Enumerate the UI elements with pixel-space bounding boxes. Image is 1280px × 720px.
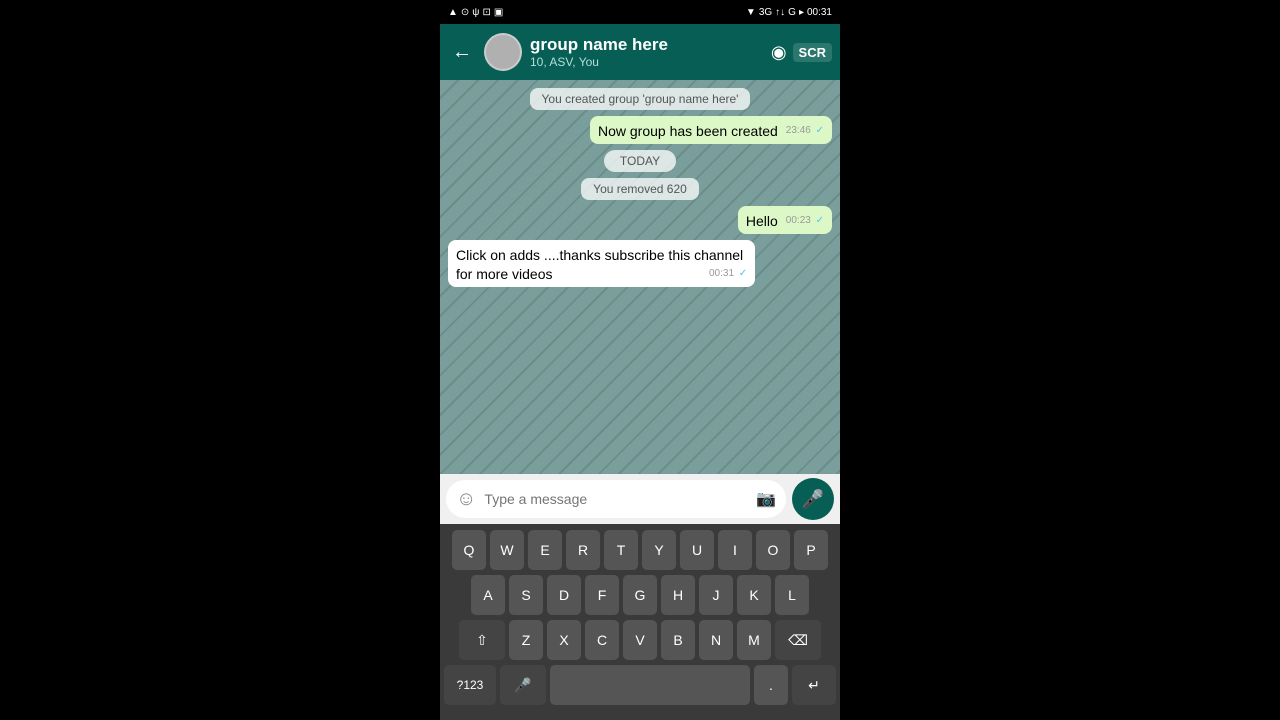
key-i[interactable]: I bbox=[718, 530, 752, 570]
tick-icon-3: ✓ bbox=[739, 268, 747, 279]
status-right-icons: ▼ 3G ↑↓ G ▸ 00:31 bbox=[746, 7, 832, 18]
signal-icon: ▲ bbox=[448, 7, 458, 18]
key-d[interactable]: D bbox=[547, 575, 581, 615]
input-box: ☺ 📷 bbox=[446, 480, 786, 518]
group-members: 10, ASV, You bbox=[530, 55, 763, 69]
period-key[interactable]: . bbox=[754, 665, 788, 705]
key-r[interactable]: R bbox=[566, 530, 600, 570]
message-bubble-1: Now group has been created 23:46 ✓ bbox=[590, 116, 832, 144]
key-p[interactable]: P bbox=[794, 530, 828, 570]
avatar-image bbox=[486, 35, 520, 69]
camera-button[interactable]: 📷 bbox=[756, 489, 776, 509]
screen: ← group name here 10, ASV, You ◉ SCR You… bbox=[440, 24, 840, 720]
key-x[interactable]: X bbox=[547, 620, 581, 660]
key-l[interactable]: L bbox=[775, 575, 809, 615]
g-icon: G bbox=[788, 7, 796, 18]
system-message-2: You removed 620 bbox=[581, 178, 699, 200]
key-w[interactable]: W bbox=[490, 530, 524, 570]
group-name: group name here bbox=[530, 35, 763, 55]
status-bar: ▲ ⊙ ψ ⊡ ▣ ▼ 3G ↑↓ G ▸ 00:31 bbox=[440, 0, 840, 24]
delete-key[interactable]: ⌫ bbox=[775, 620, 821, 660]
mic-key[interactable]: 🎤 bbox=[500, 665, 546, 705]
key-o[interactable]: O bbox=[756, 530, 790, 570]
key-c[interactable]: C bbox=[585, 620, 619, 660]
header-icons: ◉ SCR bbox=[771, 42, 832, 63]
key-b[interactable]: B bbox=[661, 620, 695, 660]
keyboard-row-4: ?123 🎤 . ↵ bbox=[444, 665, 836, 705]
key-z[interactable]: Z bbox=[509, 620, 543, 660]
screen-record-icon[interactable]: SCR bbox=[793, 44, 832, 60]
key-u[interactable]: U bbox=[680, 530, 714, 570]
key-g[interactable]: G bbox=[623, 575, 657, 615]
message-time-1: 23:46 ✓ bbox=[786, 124, 824, 137]
symbols-key[interactable]: ?123 bbox=[444, 665, 496, 705]
time-display: 00:31 bbox=[807, 7, 832, 18]
key-t[interactable]: T bbox=[604, 530, 638, 570]
tick-icon-2: ✓ bbox=[816, 215, 824, 226]
key-n[interactable]: N bbox=[699, 620, 733, 660]
key-y[interactable]: Y bbox=[642, 530, 676, 570]
message-bubble-2: Hello 00:23 ✓ bbox=[738, 206, 832, 234]
bottom-spacer bbox=[440, 716, 840, 720]
key-e[interactable]: E bbox=[528, 530, 562, 570]
avatar bbox=[484, 33, 522, 71]
message-text-3: Click on adds ....thanks subscribe this … bbox=[456, 247, 743, 281]
key-a[interactable]: A bbox=[471, 575, 505, 615]
screen-icon: ▣ bbox=[494, 7, 503, 18]
emoji-button[interactable]: ☺ bbox=[456, 488, 476, 511]
scr-label[interactable]: SCR bbox=[793, 43, 832, 62]
key-m[interactable]: M bbox=[737, 620, 771, 660]
key-j[interactable]: J bbox=[699, 575, 733, 615]
return-key[interactable]: ↵ bbox=[792, 665, 836, 705]
key-s[interactable]: S bbox=[509, 575, 543, 615]
status-left-icons: ▲ ⊙ ψ ⊡ ▣ bbox=[448, 7, 503, 18]
back-button[interactable]: ← bbox=[448, 37, 476, 68]
key-v[interactable]: V bbox=[623, 620, 657, 660]
shift-key[interactable]: ⇧ bbox=[459, 620, 505, 660]
video-call-icon[interactable]: ◉ bbox=[771, 42, 787, 63]
3g-text: 3G bbox=[759, 7, 772, 18]
message-text-2: Hello bbox=[746, 213, 778, 229]
wifi-icon: ▼ bbox=[746, 7, 756, 18]
keyboard: Q W E R T Y U I O P A S D F G H J K bbox=[440, 524, 840, 716]
space-key[interactable] bbox=[550, 665, 750, 705]
mic-button[interactable]: 🎤 bbox=[792, 478, 834, 520]
today-label: TODAY bbox=[604, 150, 676, 172]
keyboard-row-3: ⇧ Z X C V B N M ⌫ bbox=[444, 620, 836, 660]
keyboard-row-1: Q W E R T Y U I O P bbox=[444, 530, 836, 570]
alarm-icon: ⊙ bbox=[461, 7, 469, 18]
message-input-bar: ☺ 📷 🎤 bbox=[440, 474, 840, 524]
message-text-1: Now group has been created bbox=[598, 123, 778, 139]
message-time-3: 00:31 ✓ bbox=[709, 267, 747, 280]
header-info[interactable]: group name here 10, ASV, You bbox=[530, 35, 763, 69]
system-message-1: You created group 'group name here' bbox=[530, 88, 751, 110]
network-icon: ↑↓ bbox=[775, 7, 785, 18]
message-input[interactable] bbox=[484, 491, 748, 507]
battery-icon: ▸ bbox=[799, 7, 804, 18]
key-q[interactable]: Q bbox=[452, 530, 486, 570]
message-bubble-3: Click on adds ....thanks subscribe this … bbox=[448, 240, 755, 286]
tick-icon-1: ✓ bbox=[816, 125, 824, 136]
mic-icon: 🎤 bbox=[802, 489, 824, 510]
message-time-2: 00:23 ✓ bbox=[786, 214, 824, 227]
key-f[interactable]: F bbox=[585, 575, 619, 615]
box-icon: ⊡ bbox=[482, 7, 490, 18]
chat-header: ← group name here 10, ASV, You ◉ SCR bbox=[440, 24, 840, 80]
key-h[interactable]: H bbox=[661, 575, 695, 615]
keyboard-row-2: A S D F G H J K L bbox=[444, 575, 836, 615]
chat-area: You created group 'group name here' Now … bbox=[440, 80, 840, 474]
key-k[interactable]: K bbox=[737, 575, 771, 615]
bluetooth-icon: ψ bbox=[472, 7, 479, 18]
